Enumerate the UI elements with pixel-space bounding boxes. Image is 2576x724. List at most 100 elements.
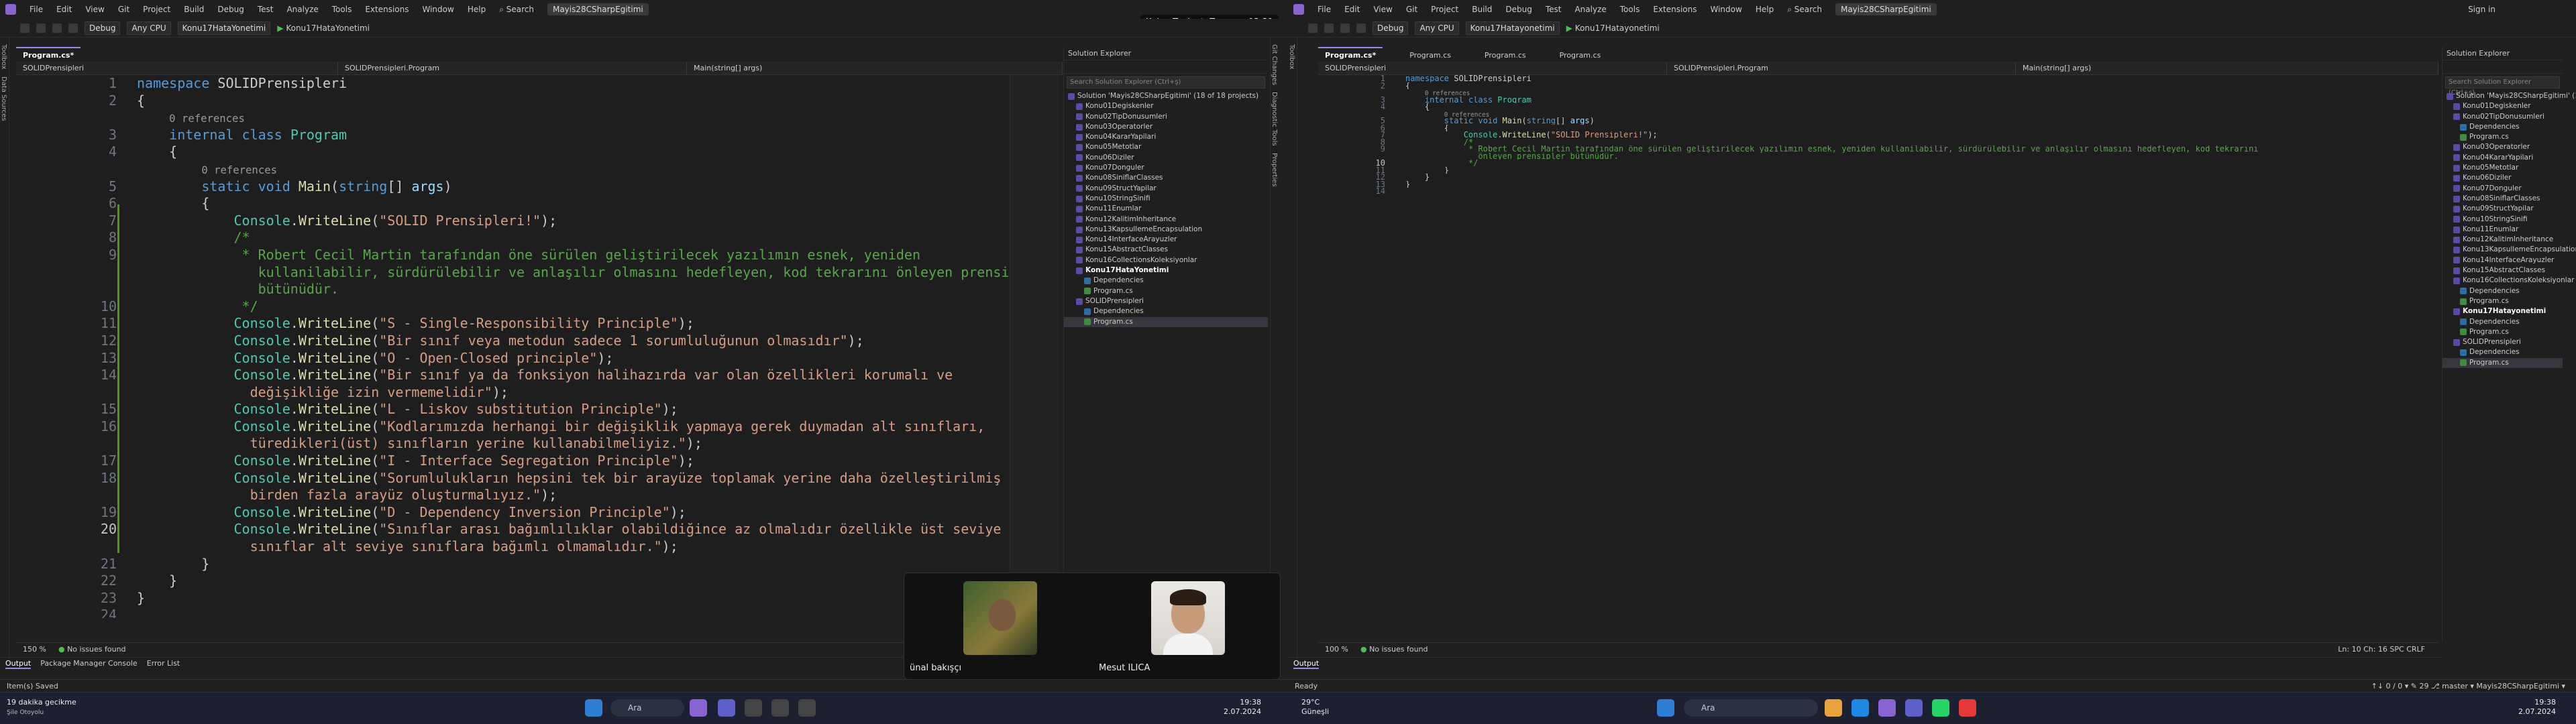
solution-tree-item[interactable]: Konu11Enumlar [1064, 204, 1268, 214]
code-line[interactable]: 3 internal class Program [16, 127, 1009, 144]
solution-tree-item[interactable]: Konu02TipDonusumleri [1064, 112, 1268, 122]
solution-tree-item[interactable]: Konu07Donguler [1064, 163, 1268, 173]
tab-program-cs-2[interactable]: Program.cs [1403, 47, 1458, 62]
startup-project-select[interactable]: Konu17Hatayonetimi [1465, 21, 1560, 35]
menu-help[interactable]: Help [1756, 5, 1774, 14]
menu-analyze[interactable]: Analyze [1574, 5, 1606, 14]
minimap[interactable] [1010, 75, 1059, 618]
sign-in-link[interactable]: Sign in [2468, 5, 2496, 14]
solution-tree-item[interactable]: Konu08SiniflarClasses [1064, 173, 1268, 183]
run-button[interactable]: ▶ Konu17HataYonetimi [277, 23, 370, 33]
visual-studio-icon[interactable] [1878, 699, 1896, 717]
solution-tree-item[interactable]: Konu05Metotlar [2443, 163, 2563, 173]
platform-select[interactable]: Any CPU [127, 21, 171, 35]
code-line[interactable]: 22 } [16, 572, 1009, 590]
code-line[interactable]: birden fazla arayüz oluşturmalıyız."); [16, 487, 1009, 504]
code-line[interactable]: 4 { [1318, 103, 2435, 110]
chrome-icon[interactable] [1959, 699, 1976, 717]
solution-tree-item[interactable]: Konu16CollectionsKoleksiyonlar [1064, 255, 1268, 265]
menu-build[interactable]: Build [1472, 5, 1492, 14]
code-line[interactable]: 8 /* [1318, 138, 2435, 145]
video-call-window[interactable]: ünal bakışçı Mesut ILICA [904, 572, 1281, 680]
code-line[interactable]: 23} [16, 590, 1009, 607]
file-explorer-icon[interactable] [1825, 699, 1842, 717]
solution-tree-item[interactable]: Dependencies [2443, 286, 2563, 296]
traffic-notification[interactable]: 19 dakika gecikme Şile Otoyolu [7, 698, 76, 717]
tab-program-cs[interactable]: Program.cs* [16, 47, 81, 62]
code-line[interactable]: 0 references [1318, 89, 2435, 96]
code-line[interactable]: 2{ [16, 93, 1009, 110]
code-line[interactable]: 14 [1318, 187, 2435, 194]
code-line[interactable]: 9 * Robert Cecil Martin tarafından öne s… [16, 247, 1009, 264]
solution-tree-item[interactable]: Konu17HataYonetimi [1064, 265, 1268, 276]
solution-tree-item[interactable]: Solution 'Mayis28CSharpEgitimi' (18 of 1… [2443, 91, 2576, 101]
menu-project[interactable]: Project [143, 5, 170, 14]
solution-tree-item[interactable]: Konu14InterfaceArayuzler [2443, 255, 2563, 265]
start-icon[interactable] [1657, 699, 1674, 717]
code-line[interactable]: 19 Console.WriteLine("D - Dependency Inv… [16, 504, 1009, 522]
tab-program-cs-active[interactable]: Program.cs* [1318, 47, 1383, 62]
visual-studio-icon[interactable] [690, 699, 707, 717]
undo-icon[interactable] [1356, 23, 1366, 33]
menu-debug[interactable]: Debug [1505, 5, 1532, 14]
solution-tree-item[interactable]: Dependencies [2443, 317, 2563, 327]
code-line[interactable]: 13 Console.WriteLine("O - Open-Closed pr… [16, 350, 1009, 367]
clock-right[interactable]: 19:38 2.07.2024 [2475, 698, 2556, 717]
solution-tree-item[interactable]: Konu06Diziler [2443, 173, 2563, 183]
code-line[interactable]: 4 { [16, 143, 1009, 161]
code-line[interactable]: 21 } [16, 556, 1009, 573]
solution-tree-item[interactable]: Dependencies [2443, 347, 2563, 357]
menu-file[interactable]: File [1318, 5, 1331, 14]
save-all-icon[interactable] [1340, 23, 1350, 33]
code-line[interactable]: 11 Console.WriteLine("S - Single-Respons… [16, 315, 1009, 333]
menu-tools[interactable]: Tools [332, 5, 352, 14]
menu-analyze[interactable]: Analyze [286, 5, 318, 14]
nav-member[interactable]: Main(string[] args) [687, 62, 1063, 74]
issues-indicator[interactable]: ● No issues found [1360, 645, 1428, 654]
menu-window[interactable]: Window [1711, 5, 1742, 14]
menu-edit[interactable]: Edit [1344, 5, 1360, 14]
code-line[interactable]: 15 Console.WriteLine("L - Liskov substit… [16, 401, 1009, 418]
nav-project[interactable]: SOLIDPrensipleri [1318, 62, 1667, 74]
solution-tree-item[interactable]: Program.cs [2443, 327, 2563, 337]
diagnostic-tools-tab[interactable]: Diagnostic Tools [1271, 92, 1278, 146]
solution-search-input[interactable]: Search Solution Explorer (Ctrl+ş) [2445, 76, 2560, 97]
zoom-level[interactable]: 100 % [1325, 645, 1348, 654]
code-line[interactable]: 0 references [16, 161, 1009, 178]
solution-tree-item[interactable]: Konu03Operatorler [2443, 142, 2563, 152]
platform-select[interactable]: Any CPU [1415, 21, 1459, 35]
tab-program-cs-3[interactable]: Program.cs [1478, 47, 1533, 62]
code-line[interactable]: 17 Console.WriteLine("I - Interface Segr… [16, 452, 1009, 470]
code-line[interactable]: 9 * Robert Cecil Martin tarafından öne s… [1318, 145, 2435, 152]
solution-tree-item[interactable]: SOLIDPrensipleri [1064, 296, 1268, 306]
whatsapp-icon[interactable] [1932, 699, 1949, 717]
nav-class[interactable]: SOLIDPrensipleri.Program [1667, 62, 2016, 74]
solution-tree-item[interactable]: Konu15AbstractClasses [2443, 265, 2563, 276]
solution-tree-item[interactable]: Konu15AbstractClasses [1064, 245, 1268, 255]
nav-project[interactable]: SOLIDPrensipleri [16, 62, 338, 74]
solution-search-input[interactable]: Search Solution Explorer (Ctrl+ş) [1067, 76, 1265, 88]
solution-tree-item[interactable]: SOLIDPrensipleri [2443, 337, 2563, 347]
code-line[interactable]: önleyen prensipler bütünüdür. [1318, 153, 2435, 160]
solution-tree-item[interactable]: Konu02TipDonusumleri [2443, 112, 2563, 122]
forward-icon[interactable] [36, 23, 46, 33]
menu-extensions[interactable]: Extensions [365, 5, 409, 14]
config-select[interactable]: Debug [1373, 21, 1409, 35]
solution-tree-item[interactable]: Program.cs [2443, 296, 2563, 306]
zoom-level[interactable]: 150 % [23, 645, 46, 654]
code-line[interactable]: 18 Console.WriteLine("Sorumlulukların he… [16, 470, 1009, 487]
code-line[interactable]: 2{ [1318, 82, 2435, 89]
solution-tree-item[interactable]: Program.cs [2443, 132, 2563, 142]
code-line[interactable]: 0 references [16, 109, 1009, 127]
solution-tree-item[interactable]: Konu05Metotlar [1064, 142, 1268, 152]
git-status[interactable]: ↑↓ 0 / 0 ▾ ✎ 29 ⎇ master ▾ Mayis28CSharp… [2371, 682, 2565, 690]
clock-left[interactable]: 19:38 2.07.2024 [1181, 698, 1261, 717]
teams-icon[interactable] [718, 699, 735, 717]
menu-file[interactable]: File [30, 5, 43, 14]
code-line[interactable]: 8 /* [16, 229, 1009, 247]
menu-git[interactable]: Git [118, 5, 129, 14]
config-select[interactable]: Debug [85, 21, 121, 35]
code-line[interactable]: 0 references [1318, 111, 2435, 117]
nav-class[interactable]: SOLIDPrensipleri.Program [338, 62, 687, 74]
code-line[interactable]: 16 Console.WriteLine("Kodlarımızda herha… [16, 418, 1009, 436]
